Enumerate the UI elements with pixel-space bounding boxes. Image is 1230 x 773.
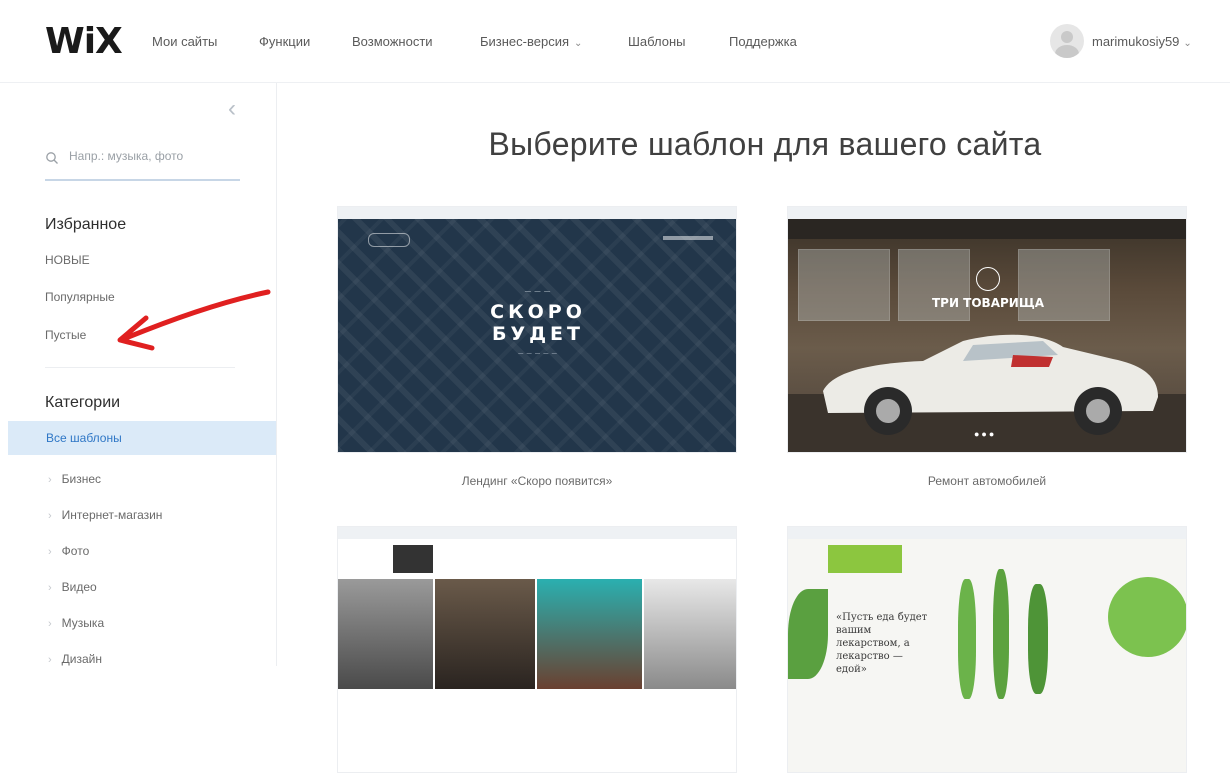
thumbnail-browser-bar: [788, 527, 1186, 539]
chevron-right-icon: ›: [48, 582, 52, 594]
avatar-head: [1061, 31, 1073, 43]
sidebar-item-label: Интернет-магазин: [61, 508, 163, 522]
chevron-right-icon: ›: [48, 510, 52, 522]
nav-business[interactable]: Бизнес-версия ⌄: [480, 34, 582, 49]
preview-small-line: — — —: [524, 289, 552, 295]
template-thumbnail[interactable]: «Пусть еда будет вашим лекарством, а лек…: [787, 526, 1187, 773]
sidebar-item-label: Дизайн: [61, 652, 103, 666]
sidebar-item-label: Видео: [61, 580, 97, 594]
sidebar-item-new[interactable]: НОВЫЕ: [45, 253, 90, 267]
thumbnail-browser-bar: [338, 527, 736, 539]
carousel-dots[interactable]: ●●●: [974, 429, 996, 439]
wix-logo[interactable]: WiX: [45, 22, 123, 62]
chevron-down-icon: ⌄: [1183, 38, 1192, 49]
avatar-body: [1055, 45, 1079, 58]
nav-capabilities[interactable]: Возможности: [352, 34, 433, 49]
template-thumbnail[interactable]: ТРИ ТОВАРИЩА ●●●: [787, 206, 1187, 453]
sidebar-item-online-store[interactable]: › Интернет-магазин: [48, 508, 162, 522]
template-thumbnail[interactable]: [337, 526, 737, 773]
chevron-right-icon: ›: [48, 618, 52, 630]
leaf-shape: [1108, 577, 1186, 657]
sidebar-item-label: Бизнес: [61, 472, 102, 486]
sidebar-item-business[interactable]: › Бизнес: [48, 472, 101, 486]
nav-features[interactable]: Функции: [259, 34, 310, 49]
photo-tile: [537, 579, 642, 689]
categories-title: Категории: [45, 394, 121, 411]
preview-menu: [663, 236, 713, 240]
healthy-food-preview: «Пусть еда будет вашим лекарством, а лек…: [788, 539, 1186, 772]
top-header: WiX Мои сайты Функции Возможности Бизнес…: [0, 0, 1230, 83]
nav-templates[interactable]: Шаблоны: [628, 34, 686, 49]
sidebar-divider: [45, 367, 235, 368]
sidebar-item-all-templates[interactable]: Все шаблоны: [8, 421, 276, 455]
preview-logo: [393, 545, 433, 573]
chevron-right-icon: ›: [48, 474, 52, 486]
preview-sub-line: — — — — —: [518, 351, 558, 357]
preview-line1: СКОРО: [490, 301, 586, 323]
sidebar-item-design[interactable]: › Дизайн: [48, 652, 102, 666]
favorites-title: Избранное: [45, 216, 127, 233]
template-search: [45, 143, 241, 181]
photo-tile: [644, 579, 736, 689]
sidebar: ‹ Избранное НОВЫЕ Популярные Пустые Кате…: [0, 83, 277, 666]
leaf-shape: [993, 569, 1009, 699]
sidebar-item-video[interactable]: › Видео: [48, 580, 97, 594]
search-input[interactable]: [67, 148, 241, 164]
photo-tile: [435, 579, 535, 689]
preview-logo: [828, 545, 902, 573]
chevron-down-icon: ⌄: [574, 38, 583, 49]
user-name: marimukosiy59: [1092, 34, 1180, 49]
nav-support[interactable]: Поддержка: [729, 34, 797, 49]
car-repair-preview: ТРИ ТОВАРИЩА ●●●: [788, 219, 1186, 452]
red-arrow-annotation: [117, 289, 271, 351]
sidebar-item-label: Все шаблоны: [46, 431, 122, 445]
chevron-right-icon: ›: [48, 546, 52, 558]
preview-logo-text: ТРИ ТОВАРИЩА: [931, 296, 1045, 310]
car-image: [823, 334, 1158, 435]
preview-logo: [368, 233, 410, 247]
nav-my-sites[interactable]: Мои сайты: [152, 34, 217, 49]
sidebar-item-blank[interactable]: Пустые: [45, 328, 86, 342]
preview-headline: — — — СКОРО БУДЕТ — — — — —: [338, 289, 736, 357]
photo-portfolio-preview: [338, 539, 736, 772]
thumbnail-browser-bar: [788, 207, 1186, 219]
thumbnail-browser-bar: [338, 207, 736, 219]
preview-logo: ТРИ ТОВАРИЩА: [788, 267, 1186, 310]
photo-tile: [338, 579, 433, 689]
preview-quote: «Пусть еда будет вашим лекарством, а лек…: [836, 612, 928, 675]
coming-soon-preview: — — — СКОРО БУДЕТ — — — — —: [338, 219, 736, 452]
nav-business-label: Бизнес-версия: [480, 34, 570, 49]
preview-navbar: [788, 219, 1186, 239]
leaf-shape: [1028, 584, 1048, 694]
page-title: Выберите шаблон для вашего сайта: [488, 126, 1042, 162]
preview-logo-badge: [976, 267, 1000, 291]
leaf-shape: [958, 579, 976, 699]
sidebar-item-music[interactable]: › Музыка: [48, 616, 104, 630]
preview-line2: БУДЕТ: [492, 323, 584, 345]
user-menu[interactable]: marimukosiy59 ⌄: [1092, 34, 1192, 49]
sidebar-item-label: Музыка: [61, 616, 105, 630]
sidebar-item-label: Фото: [61, 544, 90, 558]
avatar[interactable]: [1050, 24, 1084, 58]
template-thumbnail[interactable]: — — — СКОРО БУДЕТ — — — — —: [337, 206, 737, 453]
search-icon: [45, 151, 59, 170]
collapse-sidebar-icon[interactable]: ‹: [222, 97, 242, 121]
template-caption[interactable]: Ремонт автомобилей: [787, 474, 1187, 488]
template-caption[interactable]: Лендинг «Скоро появится»: [337, 474, 737, 488]
sidebar-item-photo[interactable]: › Фото: [48, 544, 89, 558]
chevron-right-icon: ›: [48, 654, 52, 666]
